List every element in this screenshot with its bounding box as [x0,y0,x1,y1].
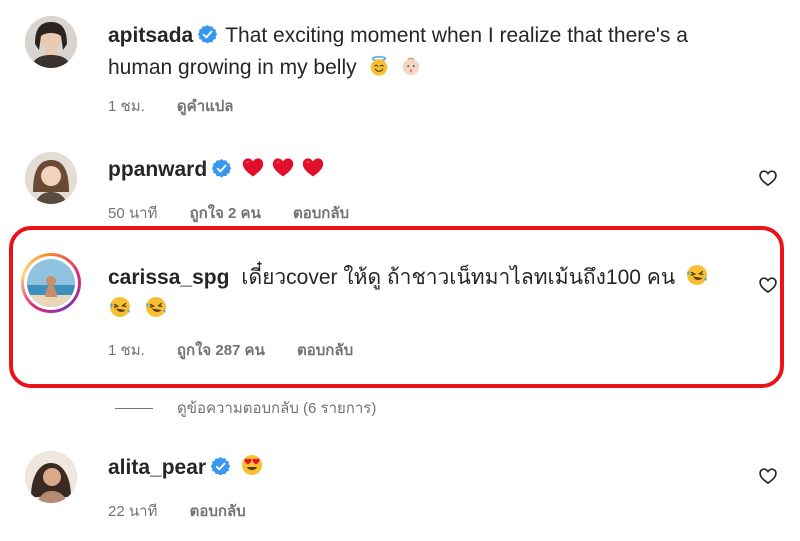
like-heart-icon[interactable] [758,168,778,188]
red-heart-emoji-icon [271,155,295,179]
baby-emoji-icon [400,55,422,77]
comment-text: That exciting moment when I realize that… [225,24,688,47]
highlight-box [9,226,784,388]
see-translation-button[interactable]: ดูคำแปล [177,98,234,115]
username[interactable]: alita_pear [108,456,206,479]
red-heart-emoji-icon [301,155,325,179]
replies-divider [115,408,153,409]
avatar[interactable] [25,152,77,204]
red-heart-emoji-icon [241,155,265,179]
heart-eyes-emoji-icon [240,453,264,477]
verified-badge-icon [198,25,217,44]
comment-time[interactable]: 1 ชม. [108,98,145,115]
comment-text-cont: human growing in my belly [108,56,357,79]
likes-count[interactable]: ถูกใจ 2 คน [190,205,261,222]
like-heart-icon[interactable] [758,466,778,486]
reply-button[interactable]: ตอบกลับ [190,503,246,520]
username[interactable]: ppanward [108,158,207,181]
avatar[interactable] [25,451,77,503]
avatar[interactable] [25,16,77,68]
view-replies-label: ดูข้อความตอบกลับ (6 รายการ) [177,400,377,417]
verified-badge-icon [212,159,231,178]
halo-face-emoji-icon [368,55,390,77]
comment-time[interactable]: 50 นาที [108,205,157,222]
verified-badge-icon [211,457,230,476]
comment-time[interactable]: 22 นาที [108,503,157,520]
username[interactable]: apitsada [108,24,193,47]
reply-button[interactable]: ตอบกลับ [293,205,349,222]
view-replies-button[interactable]: ดูข้อความตอบกลับ (6 รายการ) [115,396,376,420]
